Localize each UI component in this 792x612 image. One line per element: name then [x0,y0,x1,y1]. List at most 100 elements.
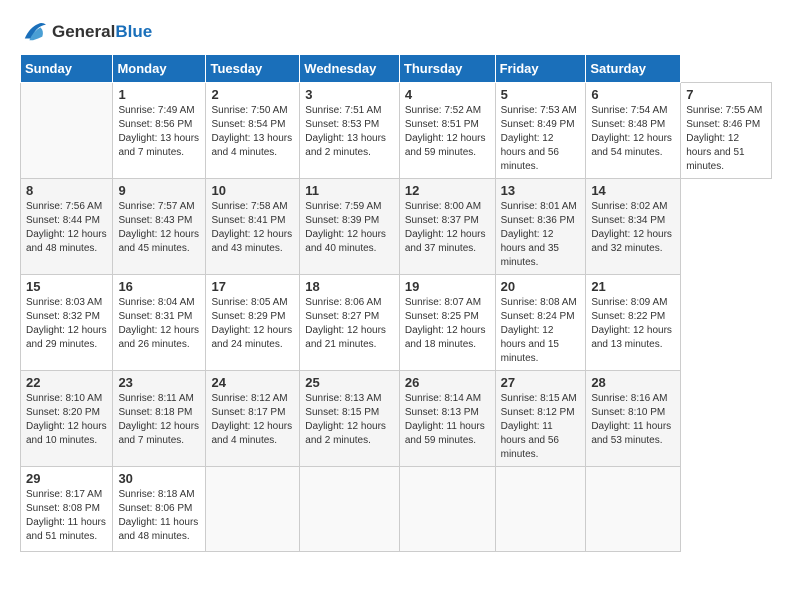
sunset-text: Sunset: 8:24 PM [501,311,575,322]
day-info: Sunrise: 8:11 AM Sunset: 8:18 PM Dayligh… [118,392,200,448]
day-number: 12 [405,183,490,198]
day-number: 4 [405,87,490,102]
sunset-text: Sunset: 8:43 PM [118,215,192,226]
calendar-cell: 18 Sunrise: 8:06 AM Sunset: 8:27 PM Dayl… [300,275,400,371]
day-number: 7 [686,87,766,102]
sunrise-text: Sunrise: 8:12 AM [211,393,287,404]
week-row-4: 22 Sunrise: 8:10 AM Sunset: 8:20 PM Dayl… [21,371,772,467]
sunrise-text: Sunrise: 8:06 AM [305,297,381,308]
day-number: 21 [591,279,675,294]
calendar-cell: 8 Sunrise: 7:56 AM Sunset: 8:44 PM Dayli… [21,179,113,275]
calendar-cell: 21 Sunrise: 8:09 AM Sunset: 8:22 PM Dayl… [586,275,681,371]
day-info: Sunrise: 8:18 AM Sunset: 8:06 PM Dayligh… [118,488,200,544]
daylight-text: Daylight: 12 hours and 10 minutes. [26,421,107,446]
daylight-text: Daylight: 12 hours and 48 minutes. [26,229,107,254]
calendar-cell [300,467,400,552]
days-header-row: SundayMondayTuesdayWednesdayThursdayFrid… [21,55,772,83]
calendar-cell: 7 Sunrise: 7:55 AM Sunset: 8:46 PM Dayli… [681,83,772,179]
day-number: 9 [118,183,200,198]
day-number: 27 [501,375,581,390]
daylight-text: Daylight: 12 hours and 15 minutes. [501,325,559,364]
sunrise-text: Sunrise: 7:53 AM [501,105,577,116]
calendar-cell [206,467,300,552]
day-info: Sunrise: 7:50 AM Sunset: 8:54 PM Dayligh… [211,104,294,160]
day-number: 14 [591,183,675,198]
day-info: Sunrise: 8:16 AM Sunset: 8:10 PM Dayligh… [591,392,675,448]
day-info: Sunrise: 7:53 AM Sunset: 8:49 PM Dayligh… [501,104,581,174]
day-number: 15 [26,279,107,294]
sunset-text: Sunset: 8:22 PM [591,311,665,322]
day-number: 3 [305,87,394,102]
week-row-2: 8 Sunrise: 7:56 AM Sunset: 8:44 PM Dayli… [21,179,772,275]
daylight-text: Daylight: 12 hours and 40 minutes. [305,229,386,254]
calendar-cell: 10 Sunrise: 7:58 AM Sunset: 8:41 PM Dayl… [206,179,300,275]
day-of-week-sunday: Sunday [21,55,113,83]
calendar-cell [399,467,495,552]
daylight-text: Daylight: 12 hours and 43 minutes. [211,229,292,254]
sunrise-text: Sunrise: 8:03 AM [26,297,102,308]
day-info: Sunrise: 8:03 AM Sunset: 8:32 PM Dayligh… [26,296,107,352]
sunset-text: Sunset: 8:46 PM [686,119,760,130]
day-number: 30 [118,471,200,486]
calendar-cell: 28 Sunrise: 8:16 AM Sunset: 8:10 PM Dayl… [586,371,681,467]
sunrise-text: Sunrise: 7:58 AM [211,201,287,212]
day-of-week-wednesday: Wednesday [300,55,400,83]
calendar-cell: 6 Sunrise: 7:54 AM Sunset: 8:48 PM Dayli… [586,83,681,179]
sunrise-text: Sunrise: 8:04 AM [118,297,194,308]
sunset-text: Sunset: 8:41 PM [211,215,285,226]
day-info: Sunrise: 8:06 AM Sunset: 8:27 PM Dayligh… [305,296,394,352]
day-info: Sunrise: 8:15 AM Sunset: 8:12 PM Dayligh… [501,392,581,462]
sunset-text: Sunset: 8:37 PM [405,215,479,226]
sunset-text: Sunset: 8:53 PM [305,119,379,130]
day-number: 5 [501,87,581,102]
sunrise-text: Sunrise: 8:08 AM [501,297,577,308]
calendar-cell: 29 Sunrise: 8:17 AM Sunset: 8:08 PM Dayl… [21,467,113,552]
day-info: Sunrise: 7:52 AM Sunset: 8:51 PM Dayligh… [405,104,490,160]
day-info: Sunrise: 8:12 AM Sunset: 8:17 PM Dayligh… [211,392,294,448]
sunrise-text: Sunrise: 7:50 AM [211,105,287,116]
sunset-text: Sunset: 8:08 PM [26,503,100,514]
calendar-cell: 25 Sunrise: 8:13 AM Sunset: 8:15 PM Dayl… [300,371,400,467]
day-info: Sunrise: 8:13 AM Sunset: 8:15 PM Dayligh… [305,392,394,448]
sunset-text: Sunset: 8:06 PM [118,503,192,514]
sunset-text: Sunset: 8:25 PM [405,311,479,322]
week-row-5: 29 Sunrise: 8:17 AM Sunset: 8:08 PM Dayl… [21,467,772,552]
sunrise-text: Sunrise: 7:59 AM [305,201,381,212]
calendar-cell: 3 Sunrise: 7:51 AM Sunset: 8:53 PM Dayli… [300,83,400,179]
day-info: Sunrise: 8:10 AM Sunset: 8:20 PM Dayligh… [26,392,107,448]
sunset-text: Sunset: 8:49 PM [501,119,575,130]
day-of-week-saturday: Saturday [586,55,681,83]
logo: GeneralBlue [20,20,152,44]
calendar-cell: 5 Sunrise: 7:53 AM Sunset: 8:49 PM Dayli… [495,83,586,179]
day-number: 17 [211,279,294,294]
daylight-text: Daylight: 12 hours and 51 minutes. [686,133,744,172]
daylight-text: Daylight: 13 hours and 2 minutes. [305,133,386,158]
sunrise-text: Sunrise: 8:02 AM [591,201,667,212]
sunset-text: Sunset: 8:56 PM [118,119,192,130]
daylight-text: Daylight: 12 hours and 56 minutes. [501,133,559,172]
sunrise-text: Sunrise: 7:57 AM [118,201,194,212]
day-info: Sunrise: 8:02 AM Sunset: 8:34 PM Dayligh… [591,200,675,256]
calendar-cell: 23 Sunrise: 8:11 AM Sunset: 8:18 PM Dayl… [113,371,206,467]
calendar-cell [21,83,113,179]
sunrise-text: Sunrise: 8:13 AM [305,393,381,404]
daylight-text: Daylight: 12 hours and 26 minutes. [118,325,199,350]
calendar-cell: 20 Sunrise: 8:08 AM Sunset: 8:24 PM Dayl… [495,275,586,371]
sunset-text: Sunset: 8:20 PM [26,407,100,418]
calendar-cell: 24 Sunrise: 8:12 AM Sunset: 8:17 PM Dayl… [206,371,300,467]
daylight-text: Daylight: 12 hours and 59 minutes. [405,133,486,158]
day-of-week-tuesday: Tuesday [206,55,300,83]
sunrise-text: Sunrise: 8:07 AM [405,297,481,308]
sunset-text: Sunset: 8:17 PM [211,407,285,418]
sunrise-text: Sunrise: 8:11 AM [118,393,193,404]
daylight-text: Daylight: 12 hours and 35 minutes. [501,229,559,268]
day-number: 16 [118,279,200,294]
day-of-week-friday: Friday [495,55,586,83]
day-number: 11 [305,183,394,198]
daylight-text: Daylight: 11 hours and 59 minutes. [405,421,485,446]
calendar-cell: 9 Sunrise: 7:57 AM Sunset: 8:43 PM Dayli… [113,179,206,275]
day-info: Sunrise: 8:09 AM Sunset: 8:22 PM Dayligh… [591,296,675,352]
sunrise-text: Sunrise: 8:10 AM [26,393,102,404]
day-info: Sunrise: 8:05 AM Sunset: 8:29 PM Dayligh… [211,296,294,352]
sunset-text: Sunset: 8:36 PM [501,215,575,226]
